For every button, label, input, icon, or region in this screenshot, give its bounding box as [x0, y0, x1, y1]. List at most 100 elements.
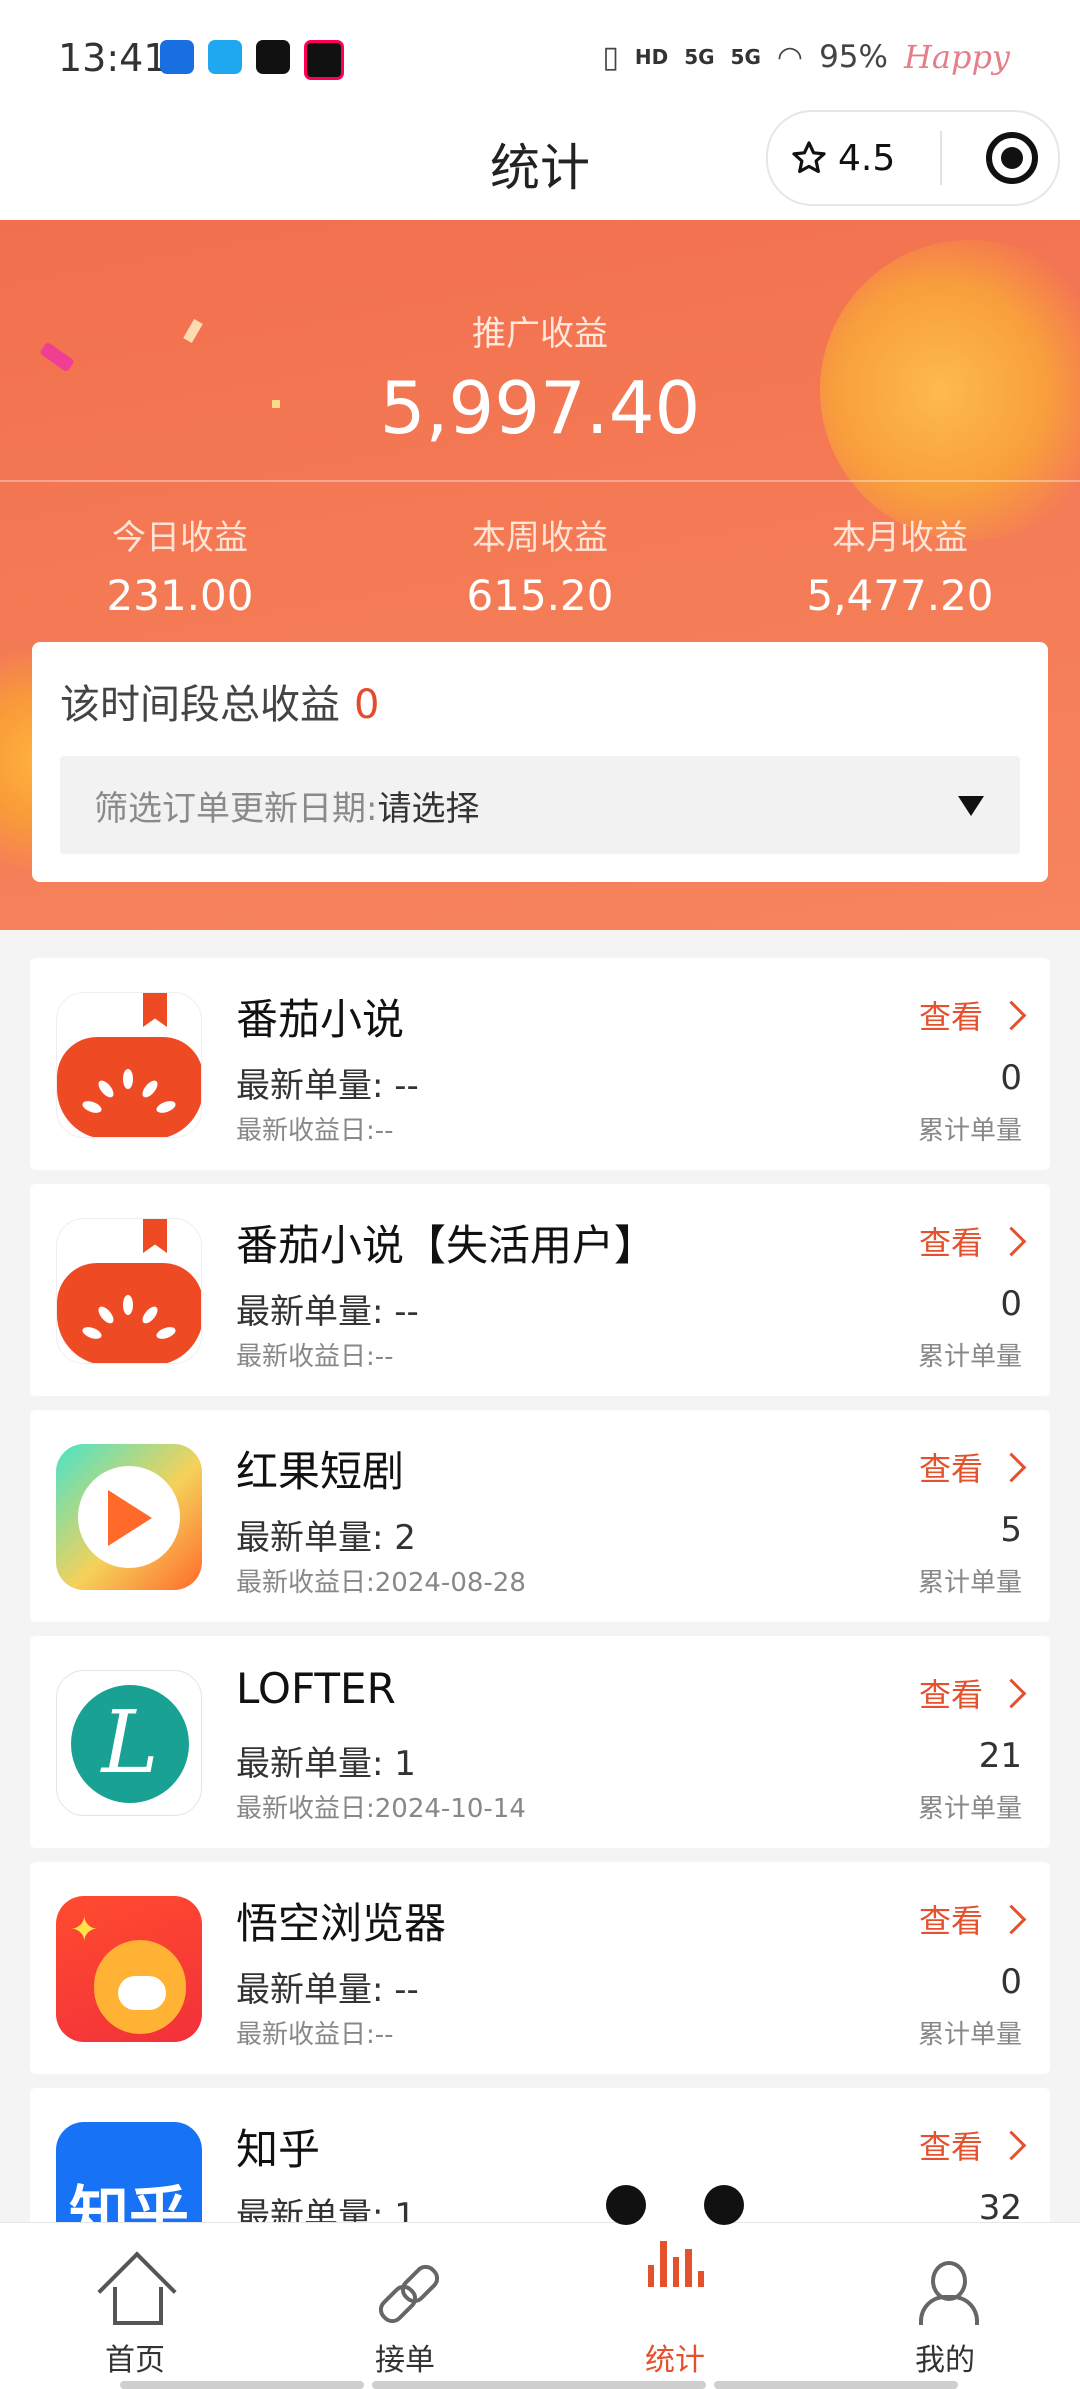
tab-label: 首页 — [105, 2343, 165, 2378]
list-item[interactable]: 番茄小说 最新单量: -- 最新收益日:-- 查看 0 累计单量 — [30, 958, 1050, 1170]
view-button[interactable]: 查看 — [919, 1670, 1027, 1716]
total-count-label: 累计单量 — [917, 1568, 1022, 1598]
panda-badge-icon — [606, 2185, 744, 2319]
assistant-icon — [160, 40, 194, 74]
tab-home[interactable]: 首页 — [0, 2223, 270, 2389]
period-label: 本月收益 — [832, 518, 968, 558]
latest-count: 最新单量: -- — [236, 1970, 419, 2010]
list-item[interactable]: 红果短剧 最新单量: 2 最新收益日:2024-08-28 查看 5 累计单量 — [30, 1410, 1050, 1622]
view-button[interactable]: 查看 — [919, 1896, 1027, 1942]
bottom-tab-bar: 首页 接单 统计 我的 — [0, 2185, 1080, 2389]
total-count: 0 — [1000, 1962, 1022, 2002]
period-value: 231.00 — [106, 571, 254, 620]
tab-profile[interactable]: 我的 — [810, 2223, 1080, 2389]
app-name: 悟空浏览器 — [236, 1899, 447, 1948]
total-count: 5 — [1000, 1510, 1022, 1550]
app-earnings-list: 番茄小说 最新单量: -- 最新收益日:-- 查看 0 累计单量 番茄小说【失活… — [30, 958, 1050, 2222]
fanqie-novel-icon — [56, 992, 202, 1138]
list-item[interactable]: 番茄小说【失活用户】 最新单量: -- 最新收益日:-- 查看 0 累计单量 — [30, 1184, 1050, 1396]
signal-2-icon: 5G — [730, 45, 761, 69]
rating-button[interactable]: 4.5 — [768, 138, 940, 179]
total-count-label: 累计单量 — [917, 1342, 1022, 1372]
header: 统计 4.5 — [0, 110, 1080, 220]
total-count-label: 累计单量 — [917, 1794, 1022, 1824]
period-value: 615.20 — [466, 571, 614, 620]
list-item[interactable]: 知乎 知乎 最新单量: 1 查看 32 — [30, 2088, 1050, 2222]
latest-count: 最新单量: -- — [236, 1066, 419, 1106]
range-earnings-label: 该时间段总收益 — [60, 682, 340, 728]
notification-icons — [160, 40, 344, 80]
chevron-right-icon — [996, 1904, 1027, 1934]
total-count: 0 — [1000, 1284, 1022, 1324]
qq-icon — [208, 40, 242, 74]
app-name: 番茄小说【失活用户】 — [236, 1221, 657, 1270]
latest-date: 最新收益日:2024-08-28 — [236, 1568, 526, 1598]
list-item[interactable]: ✦ 悟空浏览器 最新单量: -- 最新收益日:-- 查看 0 累计单量 — [30, 1862, 1050, 2074]
latest-date: 最新收益日:-- — [236, 1116, 394, 1146]
tab-orders[interactable]: 接单 — [270, 2223, 540, 2389]
status-indicators: ▯ HD 5G 5G ◠ 95% Happy — [602, 38, 1010, 76]
latest-count: 最新单量: 2 — [236, 1518, 416, 1558]
view-button[interactable]: 查看 — [919, 2122, 1027, 2168]
total-count-label: 累计单量 — [917, 1116, 1022, 1146]
latest-date: 最新收益日:2024-10-14 — [236, 1794, 526, 1824]
tab-statistics[interactable]: 统计 — [540, 2185, 810, 2389]
fanqie-novel-icon — [56, 1218, 202, 1364]
app-name: LOFTER — [236, 1664, 396, 1713]
app-name: 知乎 — [236, 2125, 321, 2174]
date-filter-value: 请选择 — [377, 788, 480, 829]
total-count-label: 累计单量 — [917, 2020, 1022, 2050]
hongguo-drama-icon — [56, 1444, 202, 1590]
date-filter-card: 该时间段总收益 0 筛选订单更新日期: 请选择 — [32, 642, 1048, 882]
tab-label: 统计 — [645, 2343, 705, 2378]
app-name: 番茄小说 — [236, 995, 405, 1044]
target-icon[interactable] — [986, 132, 1038, 184]
summary-divider — [0, 480, 1080, 482]
latest-date: 最新收益日:-- — [236, 1342, 394, 1372]
chevron-right-icon — [996, 1000, 1027, 1030]
douyin-icon — [256, 40, 290, 74]
list-item[interactable]: L LOFTER 最新单量: 1 最新收益日:2024-10-14 查看 21 … — [30, 1636, 1050, 1848]
theme-label: Happy — [903, 38, 1010, 76]
latest-count: 最新单量: -- — [236, 1292, 419, 1332]
bar-chart-icon — [648, 2237, 705, 2287]
total-count: 0 — [1000, 1058, 1022, 1098]
caret-down-icon — [958, 796, 984, 816]
date-filter-select[interactable]: 筛选订单更新日期: 请选择 — [60, 756, 1020, 854]
period-label: 本周收益 — [472, 518, 608, 558]
vibrate-icon: ▯ — [602, 39, 619, 75]
total-count: 32 — [978, 2188, 1022, 2222]
tab-label: 我的 — [915, 2343, 975, 2378]
tab-label: 接单 — [375, 2343, 435, 2378]
period-label: 今日收益 — [112, 518, 248, 558]
chevron-right-icon — [996, 2130, 1027, 2160]
earnings-summary: 推广收益 5,997.40 今日收益 231.00 本周收益 615.20 本月… — [0, 220, 1080, 930]
date-filter-label: 筛选订单更新日期: — [94, 788, 378, 829]
total-earnings-value: 5,997.40 — [379, 366, 701, 450]
latest-count: 最新单量: 1 — [236, 1744, 416, 1784]
zhihu-icon: 知乎 — [56, 2122, 202, 2222]
chevron-right-icon — [996, 1678, 1027, 1708]
chevron-right-icon — [996, 1226, 1027, 1256]
home-icon — [97, 2251, 177, 2331]
lofter-icon: L — [56, 1670, 202, 1816]
total-count: 21 — [978, 1736, 1022, 1776]
chevron-right-icon — [996, 1452, 1027, 1482]
view-button[interactable]: 查看 — [919, 1218, 1027, 1264]
user-icon — [913, 2261, 979, 2325]
period-today: 今日收益 231.00 — [0, 510, 360, 620]
wukong-browser-icon: ✦ — [56, 1896, 202, 2042]
mini-program-capsule: 4.5 — [766, 110, 1060, 206]
view-button[interactable]: 查看 — [919, 1444, 1027, 1490]
period-month: 本月收益 5,477.20 — [720, 510, 1080, 620]
period-week: 本周收益 615.20 — [360, 510, 720, 620]
app-name: 红果短剧 — [236, 1447, 405, 1496]
hd-icon: HD — [634, 45, 669, 69]
link-icon — [373, 2259, 445, 2329]
battery-level: 95% — [819, 39, 888, 75]
range-earnings: 该时间段总收益 0 — [60, 672, 379, 730]
wifi-icon: ◠ — [776, 39, 804, 75]
douyin-lite-icon — [304, 40, 344, 80]
status-time: 13:41 — [58, 36, 168, 80]
view-button[interactable]: 查看 — [919, 992, 1027, 1038]
